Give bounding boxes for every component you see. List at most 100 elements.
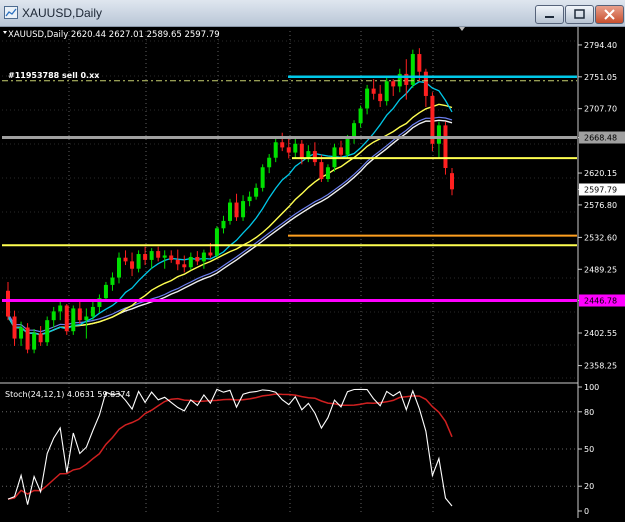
candle (25, 323, 30, 354)
candle-body (64, 305, 69, 332)
candle-body (286, 147, 291, 153)
candle-body (339, 147, 343, 155)
price-chart[interactable]: 100 80 50 20 0 2794.40 2751.05 2707.70 2668.48 2… (0, 27, 625, 518)
candle-body (241, 201, 246, 218)
candle-body (280, 142, 285, 148)
candle-body (51, 311, 56, 321)
minimize-button[interactable] (535, 5, 564, 24)
candle (214, 226, 219, 258)
window-title: XAUUSD,Daily (22, 6, 103, 20)
candle-body (117, 257, 121, 278)
candle-body (201, 252, 206, 262)
price-label: 2620.15 (584, 169, 617, 178)
candle-body (169, 255, 174, 260)
candle-body (384, 81, 389, 102)
restore-button[interactable] (565, 5, 594, 24)
candle-body (45, 320, 50, 343)
price-label: 2489.25 (584, 265, 617, 274)
price-label: 2668.48 (584, 134, 617, 143)
candle-body (352, 123, 357, 138)
stoch-level-label: 20 (584, 482, 594, 491)
candle-body (123, 257, 128, 262)
window-titlebar: XAUUSD,Daily (0, 0, 625, 27)
candle-body (136, 254, 141, 269)
candle-body (325, 167, 330, 180)
candle (64, 304, 69, 335)
candle-body (299, 143, 304, 159)
candle (410, 49, 415, 88)
candle (71, 305, 76, 335)
candle-body (450, 173, 454, 190)
candle-body (319, 162, 324, 180)
candle-body (84, 316, 89, 321)
candle-body (260, 167, 265, 188)
price-label: 2597.79 (584, 185, 617, 194)
stoch-level-label: 80 (584, 408, 594, 417)
candle-body (378, 93, 383, 102)
candle-body (182, 264, 187, 268)
candle-body (214, 228, 219, 256)
candle-body (77, 308, 82, 321)
candle-body (436, 125, 441, 144)
stoch-level-label: 0 (584, 507, 589, 516)
candle (45, 316, 50, 346)
chart-area[interactable]: 100 80 50 20 0 2794.40 2751.05 2707.70 2668.48 2… (0, 27, 625, 518)
price-label: 2402.55 (584, 329, 617, 338)
candle-body (365, 88, 370, 109)
candle-body (175, 259, 180, 265)
candle-body (410, 54, 415, 85)
candle-body (267, 157, 272, 168)
price-label: 2446.78 (584, 296, 617, 305)
price-label: 2707.70 (584, 105, 617, 114)
stochastic-label: Stoch(24,12,1) 4.0631 59.8374 (5, 390, 131, 399)
candle-body (90, 306, 95, 317)
candle-body (312, 151, 317, 163)
candle (443, 121, 448, 175)
candle-body (32, 333, 37, 350)
candle-body (195, 256, 200, 262)
candle-body (12, 316, 17, 339)
stoch-level-label: 50 (584, 445, 594, 454)
candle (260, 164, 265, 192)
close-icon (604, 9, 615, 20)
candle-body (371, 88, 376, 94)
candle-body (103, 284, 108, 299)
candle-body (143, 254, 148, 260)
close-button[interactable] (595, 5, 624, 24)
candle-body (38, 333, 43, 343)
chart-window-icon (4, 6, 18, 19)
candle (430, 92, 435, 152)
price-label: 2751.05 (584, 73, 617, 82)
candle-body (234, 202, 239, 218)
minimize-icon (545, 16, 554, 18)
candle-body (423, 71, 428, 96)
price-label: 2576.80 (584, 201, 617, 210)
candle-body (110, 277, 115, 285)
candle-body (345, 137, 350, 155)
candle-body (417, 54, 422, 72)
chart-info-label: XAUUSD,Daily 2620.44 2627.01 2589.65 259… (8, 30, 220, 40)
candle-body (6, 290, 10, 317)
candle-body (156, 251, 161, 258)
candle-body (162, 255, 167, 258)
candle-body (188, 256, 193, 268)
candle-body (254, 187, 259, 197)
candle-body (273, 142, 278, 158)
candle-body (247, 196, 252, 202)
price-label: 2794.40 (584, 41, 617, 50)
restore-icon (574, 9, 585, 19)
candle-body (58, 305, 63, 312)
candle-body (358, 108, 363, 124)
candle-body (19, 327, 24, 339)
candle-body (149, 251, 154, 260)
candle-body (71, 308, 76, 332)
candle-body (391, 81, 396, 87)
candle (228, 198, 232, 225)
candle-body (293, 143, 298, 153)
order-label: #11953788 sell 0.xx (8, 71, 100, 80)
candle-body (208, 252, 213, 256)
candle-body (130, 261, 135, 269)
price-label: 2532.60 (584, 233, 617, 242)
candle-body (443, 125, 448, 169)
candle-body (221, 220, 226, 229)
